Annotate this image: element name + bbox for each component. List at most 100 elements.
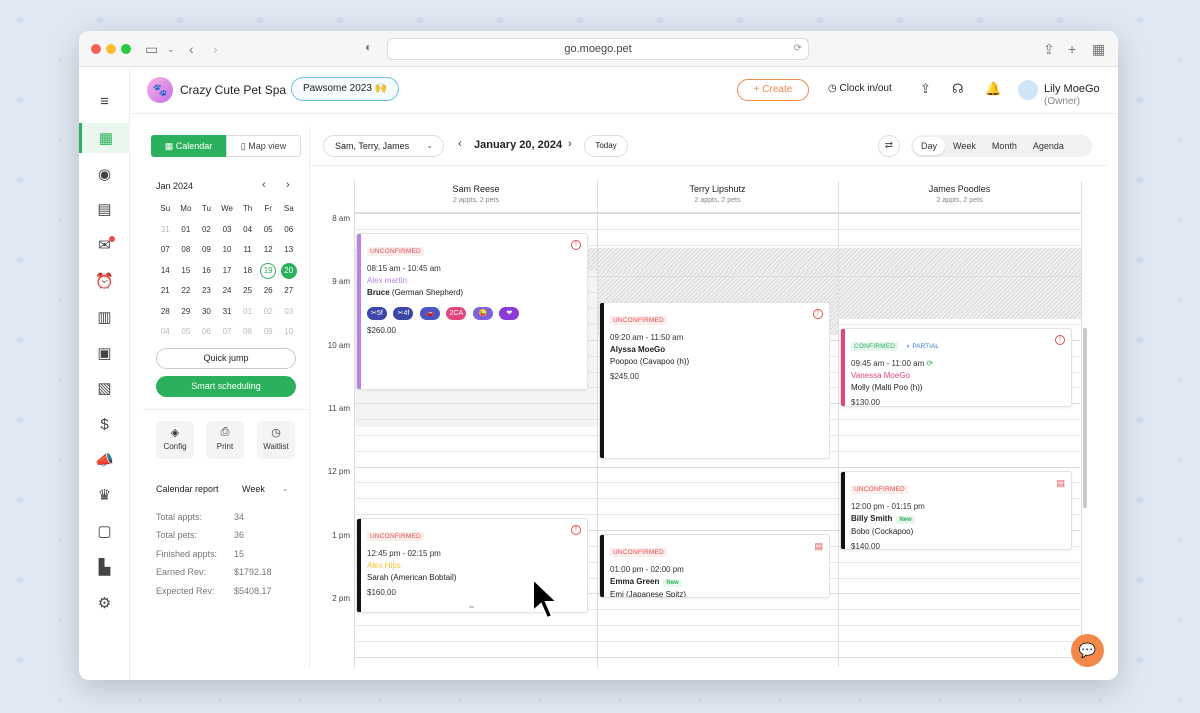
mini-calendar-day[interactable]: 11 — [237, 240, 258, 261]
nav-store-icon[interactable]: ▤ — [79, 194, 130, 224]
mini-calendar-day[interactable]: 07 — [155, 240, 176, 261]
mini-calendar-day[interactable]: 14 — [155, 261, 176, 282]
mini-calendar-day[interactable]: 29 — [176, 302, 197, 323]
mini-calendar-day[interactable]: 18 — [237, 261, 258, 282]
promo-badge[interactable]: Pawsome 2023 🙌 — [291, 77, 400, 101]
mini-calendar-day[interactable]: 26 — [258, 281, 279, 302]
mini-calendar-day[interactable]: 20 — [278, 261, 299, 282]
prev-day-icon[interactable]: ‹ — [458, 138, 462, 150]
nav-clients-icon[interactable]: ▣ — [79, 338, 130, 368]
prev-month-icon[interactable]: ‹ — [262, 179, 266, 191]
notification-bell-icon[interactable]: 🔔 — [985, 81, 1001, 97]
upload-icon[interactable]: ⇪ — [920, 81, 931, 97]
tab-overview-icon[interactable]: ▦ — [1092, 40, 1105, 58]
print-button[interactable]: ⎙ Print — [206, 421, 244, 459]
mini-calendar-day[interactable]: 10 — [217, 240, 238, 261]
mini-calendar-day[interactable]: 24 — [217, 281, 238, 302]
nav-messages-icon[interactable]: ✉ — [79, 230, 130, 260]
client-name[interactable]: Vanessa MoeGo — [851, 371, 1065, 380]
client-name[interactable]: Alex martin — [367, 276, 581, 285]
nav-reminders-icon[interactable]: ⏰ — [79, 266, 130, 296]
nav-schedule-icon[interactable]: ▥ — [79, 302, 130, 332]
mini-calendar-day[interactable]: 03 — [217, 220, 238, 241]
staff-column-header[interactable]: Sam Reese 2 appts, 2 pets — [355, 181, 597, 213]
nav-calendar-icon[interactable]: ▦ — [79, 123, 130, 153]
sidebar-toggle-icon[interactable]: ▭ — [145, 40, 158, 58]
mini-calendar-day[interactable]: 13 — [278, 240, 299, 261]
staff-column-header[interactable]: James Poodles 2 appts, 2 pets — [838, 181, 1081, 213]
new-tab-icon[interactable]: + — [1068, 40, 1076, 58]
menu-icon[interactable]: ≡ — [79, 86, 130, 116]
nav-settings-icon[interactable]: ⚙ — [79, 588, 130, 618]
mini-calendar-day[interactable]: 22 — [176, 281, 197, 302]
staff-filter-select[interactable]: Sam, Terry, James ⌄ — [323, 135, 444, 157]
mini-calendar-day[interactable]: 28 — [155, 302, 176, 323]
mini-calendar-day[interactable]: 06 — [278, 220, 299, 241]
mini-calendar-day[interactable]: 31 — [155, 220, 176, 241]
nav-pets-icon[interactable]: ◉ — [79, 159, 130, 189]
client-name[interactable]: Billy Smith New — [851, 514, 1065, 524]
mini-calendar-day[interactable]: 04 — [237, 220, 258, 241]
mini-calendar-day[interactable]: 17 — [217, 261, 238, 282]
appointment-card[interactable]: ▤ UNCONFIRMED 12:00 pm - 01:15 pm Billy … — [840, 471, 1072, 550]
mini-calendar-day[interactable]: 23 — [196, 281, 217, 302]
scrollbar[interactable] — [1083, 328, 1087, 508]
nav-marketing-icon[interactable]: 📣 — [79, 445, 130, 475]
close-window-button[interactable] — [91, 44, 101, 54]
share-icon[interactable]: ⇪ — [1043, 40, 1055, 58]
mini-calendar-day[interactable]: 12 — [258, 240, 279, 261]
tab-calendar[interactable]: ▦ Calendar — [151, 135, 226, 157]
mini-calendar-day[interactable]: 06 — [196, 322, 217, 343]
mini-calendar-day[interactable]: 16 — [196, 261, 217, 282]
next-day-icon[interactable]: › — [568, 138, 572, 150]
next-month-icon[interactable]: › — [286, 179, 290, 191]
mini-calendar-day[interactable]: 09 — [196, 240, 217, 261]
nav-reports-icon[interactable]: ▧ — [79, 373, 130, 403]
staff-column-header[interactable]: Terry Lipshutz 2 appts, 2 pets — [597, 181, 838, 213]
mini-calendar-day[interactable]: 07 — [217, 322, 238, 343]
appointment-card[interactable]: ▤ UNCONFIRMED 01:00 pm - 02:00 pm Emma G… — [599, 534, 830, 598]
client-name[interactable]: Alyssa MoeGo — [610, 345, 823, 354]
view-month-button[interactable]: Month — [984, 137, 1025, 155]
mini-calendar-day[interactable]: 27 — [278, 281, 299, 302]
mini-calendar-day[interactable]: 01 — [237, 302, 258, 323]
mini-calendar-day[interactable]: 02 — [258, 302, 279, 323]
chat-support-icon[interactable]: 💬 — [1071, 634, 1104, 667]
report-period-select[interactable]: Week — [242, 484, 265, 494]
smart-scheduling-button[interactable]: Smart scheduling — [156, 376, 296, 397]
mini-calendar-day[interactable]: 15 — [176, 261, 197, 282]
mini-calendar-day[interactable]: 10 — [278, 322, 299, 343]
client-name[interactable]: Alex Hips — [367, 561, 581, 570]
clock-in-out-button[interactable]: ◷ Clock in/out — [828, 83, 892, 94]
appointment-card[interactable]: ! UNCONFIRMED 08:15 am - 10:45 am Alex m… — [356, 233, 588, 390]
nav-payments-icon[interactable]: $ — [79, 409, 130, 439]
view-day-button[interactable]: Day — [913, 137, 946, 155]
chevron-down-icon[interactable]: ⌄ — [167, 40, 175, 58]
chevron-down-icon[interactable]: ⌄ — [282, 484, 289, 493]
resize-handle[interactable]: ═ — [469, 604, 474, 611]
mini-calendar-day[interactable]: 05 — [258, 220, 279, 241]
nav-insights-icon[interactable]: ▙ — [79, 552, 130, 582]
mini-calendar-day[interactable]: 03 — [278, 302, 299, 323]
mini-calendar-day[interactable]: 19 — [258, 261, 279, 282]
nav-booking-icon[interactable]: ▢ — [79, 516, 130, 546]
mini-calendar-day[interactable]: 08 — [237, 322, 258, 343]
minimize-window-button[interactable] — [106, 44, 116, 54]
create-button[interactable]: + Create — [737, 79, 809, 101]
back-icon[interactable]: ‹ — [189, 40, 194, 58]
mini-calendar-day[interactable]: 21 — [155, 281, 176, 302]
maximize-window-button[interactable] — [121, 44, 131, 54]
mini-calendar-day[interactable]: 02 — [196, 220, 217, 241]
mini-calendar-day[interactable]: 25 — [237, 281, 258, 302]
mini-calendar-day[interactable]: 09 — [258, 322, 279, 343]
business-name[interactable]: Crazy Cute Pet Spa — [180, 83, 286, 97]
today-button[interactable]: Today — [584, 135, 628, 157]
privacy-shield-icon[interactable]: ◐ — [365, 40, 372, 54]
config-button[interactable]: ◈ Config — [156, 421, 194, 459]
client-name[interactable]: Emma Green New — [610, 577, 823, 587]
support-icon[interactable]: ☊ — [952, 81, 964, 97]
nav-membership-icon[interactable]: ♛ — [79, 480, 130, 510]
waitlist-button[interactable]: ◷ Waitlist — [257, 421, 295, 459]
appointment-card[interactable]: ! CONFIRMED ◐ PARTIAL 09:45 am - 11:00 a… — [840, 328, 1072, 407]
quick-jump-button[interactable]: Quick jump — [156, 348, 296, 369]
